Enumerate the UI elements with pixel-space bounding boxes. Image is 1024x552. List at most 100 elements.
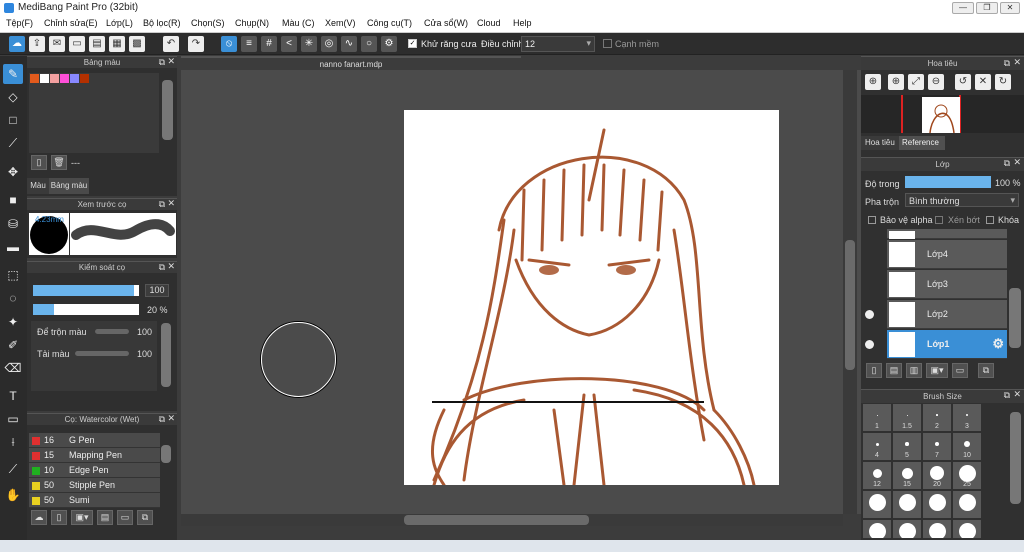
close-icon[interactable]: ✕ bbox=[167, 198, 175, 209]
reload-slider[interactable] bbox=[75, 351, 129, 356]
brush-folder-icon[interactable]: ▭ bbox=[117, 510, 133, 525]
close-icon[interactable]: ✕ bbox=[167, 261, 175, 272]
smooth-edge-checkbox[interactable] bbox=[603, 39, 612, 48]
snap-off-icon[interactable]: ⦸ bbox=[221, 36, 237, 52]
ellipse-snap-icon[interactable]: ○ bbox=[361, 36, 377, 52]
menu-select[interactable]: Chọn(S) bbox=[191, 18, 225, 28]
visibility-eye-icon[interactable] bbox=[865, 310, 874, 319]
new-1bit-layer-icon[interactable]: ▥ bbox=[906, 363, 922, 378]
brush-size-cell[interactable] bbox=[953, 491, 981, 518]
parallel-snap-icon[interactable]: ≡ bbox=[241, 36, 257, 52]
layer-row[interactable]: Lớp4 bbox=[887, 240, 1007, 269]
canvas-hscroll-thumb[interactable] bbox=[404, 515, 589, 525]
brush-size-value[interactable]: 100 bbox=[145, 284, 169, 297]
layer-row-selected[interactable]: Lớp1 ⚙ bbox=[887, 330, 1007, 359]
palette-swatch[interactable] bbox=[60, 74, 69, 83]
radial-snap-icon[interactable]: ✳ bbox=[301, 36, 317, 52]
add-color-icon[interactable]: ▯ bbox=[31, 155, 47, 170]
close-icon[interactable]: ✕ bbox=[167, 56, 175, 67]
fit-icon[interactable]: ⤢ bbox=[908, 74, 924, 90]
menu-help[interactable]: Help bbox=[513, 18, 532, 28]
close-icon[interactable]: ✕ bbox=[1013, 157, 1021, 168]
curve-snap-icon[interactable]: ∿ bbox=[341, 36, 357, 52]
layer-opacity-slider[interactable] bbox=[905, 176, 991, 188]
layer-row[interactable]: Lớp2 bbox=[887, 300, 1007, 329]
layer-folder-icon[interactable]: ▭ bbox=[952, 363, 968, 378]
gear-icon[interactable]: ⚙ bbox=[992, 336, 1004, 352]
menu-tools[interactable]: Công cụ(T) bbox=[367, 18, 412, 28]
popout-icon[interactable]: ⧉ bbox=[1004, 390, 1010, 401]
brush-size-cell[interactable] bbox=[893, 520, 921, 538]
zoom-out-icon[interactable]: ⊖ bbox=[928, 74, 944, 90]
delete-color-icon[interactable]: 🗑 bbox=[51, 155, 67, 170]
visibility-eye-icon[interactable] bbox=[865, 340, 874, 349]
magic-wand-tool-icon[interactable]: ✦ bbox=[3, 312, 23, 332]
bucket-tool-icon[interactable]: ⛁ bbox=[3, 214, 23, 234]
new-document-icon[interactable]: ▭ bbox=[69, 36, 85, 52]
menu-view[interactable]: Xem(V) bbox=[325, 18, 356, 28]
menu-color[interactable]: Màu (C) bbox=[282, 18, 315, 28]
new-halftone-layer-icon[interactable]: ▤ bbox=[886, 363, 902, 378]
new-layer-icon[interactable]: ▯ bbox=[866, 363, 882, 378]
palette-swatch[interactable] bbox=[80, 74, 89, 83]
close-icon[interactable]: ✕ bbox=[1013, 57, 1021, 68]
layer-row[interactable]: Lớp3 bbox=[887, 270, 1007, 299]
canvas-vscroll[interactable] bbox=[843, 70, 857, 514]
undo-icon[interactable]: ↶ bbox=[163, 36, 179, 52]
duplicate-brush-icon[interactable]: ⧉ bbox=[137, 510, 153, 525]
document-tab[interactable]: nanno fanart.mdp bbox=[181, 56, 521, 70]
menu-layer[interactable]: Lớp(L) bbox=[106, 18, 133, 28]
brush-size-cell[interactable] bbox=[923, 491, 951, 518]
menu-edit[interactable]: Chỉnh sửa(E) bbox=[44, 18, 98, 28]
brush-settings-icon[interactable]: ▤ bbox=[97, 510, 113, 525]
drawing-canvas[interactable] bbox=[404, 110, 779, 487]
layer-top-partial[interactable] bbox=[887, 229, 1007, 239]
restore-button[interactable]: ❐ bbox=[976, 2, 998, 14]
tab-reference[interactable]: Reference bbox=[899, 136, 945, 150]
canvas-hscroll[interactable] bbox=[181, 514, 843, 526]
menu-capture[interactable]: Chụp(N) bbox=[235, 18, 269, 28]
rotate-left-icon[interactable]: ↺ bbox=[955, 74, 971, 90]
brush-list-scrollbar[interactable] bbox=[161, 445, 171, 463]
tab-palette[interactable]: Bảng màu bbox=[49, 178, 89, 194]
brush-size-cell[interactable]: 2 bbox=[923, 404, 951, 431]
zoom-in-icon[interactable]: ⊕ bbox=[865, 74, 881, 90]
brush-size-cell[interactable]: 1 bbox=[863, 404, 891, 431]
close-icon[interactable]: ✕ bbox=[1013, 389, 1021, 400]
tab-navigator[interactable]: Hoa tiêu bbox=[861, 136, 899, 150]
popout-icon[interactable]: ⧉ bbox=[159, 414, 165, 425]
cross-snap-icon[interactable]: # bbox=[261, 36, 277, 52]
popout-icon[interactable]: ⧉ bbox=[1004, 58, 1010, 69]
tab-color[interactable]: Màu bbox=[27, 178, 49, 194]
move-tool-icon[interactable]: ✥ bbox=[3, 162, 23, 182]
navigator-preview[interactable] bbox=[861, 95, 1024, 134]
circle-snap-icon[interactable]: ◎ bbox=[321, 36, 337, 52]
snap-settings-icon[interactable]: ⚙ bbox=[381, 36, 397, 52]
brush-size-cell[interactable] bbox=[953, 520, 981, 538]
dot-brush-tool-icon[interactable]: ⟋ bbox=[3, 133, 23, 153]
rect-select-tool-icon[interactable]: ⬚ bbox=[3, 265, 23, 285]
list-item[interactable]: 10 Edge Pen bbox=[29, 463, 160, 478]
lasso-tool-icon[interactable]: ◌ bbox=[3, 288, 23, 308]
brush-size-cell[interactable]: 5 bbox=[893, 433, 921, 460]
add-layer-menu-icon[interactable]: ▣▾ bbox=[926, 363, 948, 378]
brush-size-scrollbar[interactable] bbox=[1010, 412, 1021, 504]
canvas-vscroll-thumb[interactable] bbox=[845, 240, 855, 370]
brush-size-cell[interactable] bbox=[863, 491, 891, 518]
reset-view-icon[interactable]: ✕ bbox=[975, 74, 991, 90]
antialias-checkbox[interactable]: ✓ bbox=[408, 39, 417, 48]
brush-size-cell[interactable] bbox=[923, 520, 951, 538]
brush-size-cell[interactable]: 7 bbox=[923, 433, 951, 460]
new-brush-icon[interactable]: ▯ bbox=[51, 510, 67, 525]
menu-file[interactable]: Tệp(F) bbox=[6, 18, 33, 28]
clipping-checkbox[interactable] bbox=[935, 216, 943, 224]
eyedropper-tool-icon[interactable]: ⟊ bbox=[3, 432, 23, 452]
palette-swatch[interactable] bbox=[50, 74, 59, 83]
mix-slider[interactable] bbox=[95, 329, 129, 334]
palette-swatch[interactable] bbox=[30, 74, 39, 83]
list-item[interactable]: 50 Sumi bbox=[29, 493, 160, 508]
list-item[interactable]: 15 Mapping Pen bbox=[29, 448, 160, 463]
brush-size-cell[interactable]: 3 bbox=[953, 404, 981, 431]
lock-checkbox[interactable] bbox=[986, 216, 994, 224]
popout-icon[interactable]: ⧉ bbox=[159, 57, 165, 68]
